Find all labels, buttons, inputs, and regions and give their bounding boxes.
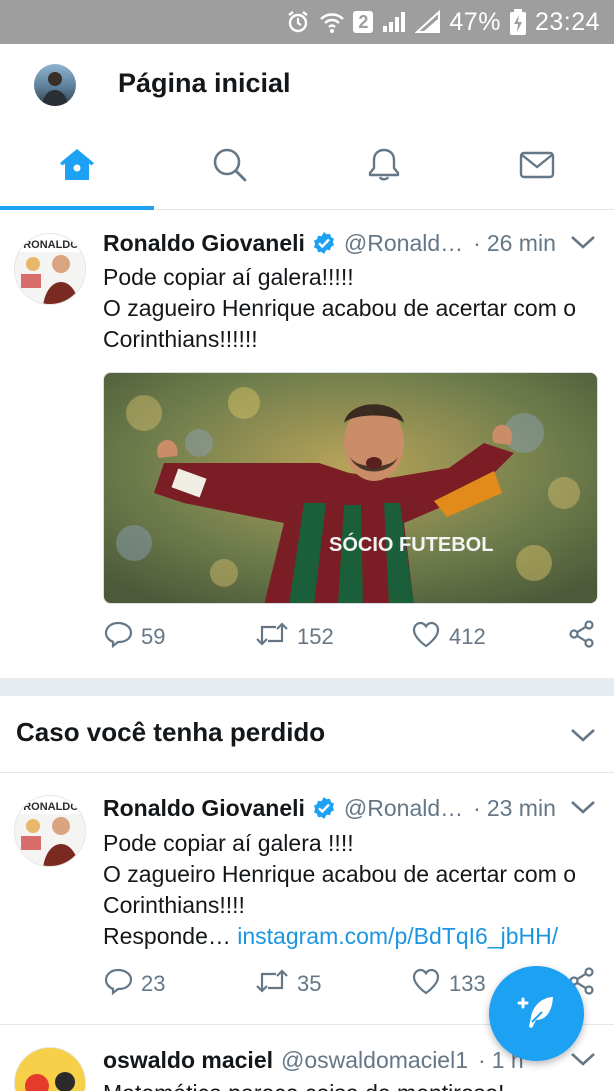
tweet-text-line: O zagueiro Henrique acabou de acertar co… — [103, 861, 577, 887]
reply-icon — [103, 966, 133, 1002]
bell-icon — [365, 146, 403, 189]
share-button[interactable] — [567, 619, 597, 655]
status-bar: 2 47% 23:24 — [0, 0, 614, 44]
reply-count: 59 — [141, 624, 166, 649]
chevron-down-icon[interactable] — [570, 726, 596, 749]
like-button[interactable]: 412 — [411, 619, 486, 655]
wifi-icon — [319, 9, 345, 35]
profile-avatar[interactable] — [34, 64, 76, 106]
tweet-author-avatar[interactable]: RONALDO — [14, 233, 86, 305]
signal-secondary-icon — [415, 10, 441, 34]
verified-icon — [312, 231, 336, 255]
section-separator — [0, 678, 614, 696]
retweet-count: 152 — [297, 624, 334, 649]
tweet-separator-dot: · — [478, 1046, 486, 1073]
search-icon — [211, 146, 249, 189]
tweet-author-name[interactable]: Ronaldo Giovaneli — [103, 230, 305, 257]
tweet-text-prefix: Responde… — [103, 923, 231, 949]
battery-percent: 47% — [449, 7, 501, 36]
like-count: 133 — [449, 971, 486, 996]
clock-time: 23:24 — [534, 7, 600, 36]
battery-icon — [509, 8, 527, 36]
home-icon — [58, 146, 96, 189]
tweet-separator-dot: · — [473, 794, 481, 821]
avatar-logo-text: RONALDO — [23, 239, 79, 251]
retweet-button[interactable]: 152 — [255, 619, 334, 655]
sim-badge: 2 — [353, 11, 374, 33]
tweet-text-line: Matemática parece coisa de mentiroso! — [103, 1078, 600, 1091]
heart-icon — [411, 966, 441, 1002]
status-icons: 2 47% 23:24 — [285, 0, 600, 44]
jersey-text: SÓCIO FUTEBOL — [329, 532, 493, 556]
tweet-text-line: Corinthians!!!! — [103, 892, 245, 918]
tweet-author-name[interactable]: Ronaldo Giovaneli — [103, 795, 305, 822]
like-count: 412 — [449, 624, 486, 649]
chevron-down-icon[interactable] — [570, 233, 596, 256]
tweet-text-line: Pode copiar aí galera!!!!! — [103, 264, 354, 290]
reply-count: 23 — [141, 971, 166, 996]
tweet-separator-dot: · — [473, 229, 481, 256]
tweet-text: Pode copiar aí galera!!!!! O zagueiro He… — [103, 262, 600, 355]
sim-badge-label: 2 — [358, 11, 369, 32]
tweet-media-image[interactable]: SÓCIO FUTEBOL — [103, 372, 598, 604]
tweet-author-handle: @Ronald… — [343, 229, 464, 256]
heart-icon — [411, 619, 441, 655]
retweet-count: 35 — [297, 971, 322, 996]
tweet-text: Matemática parece coisa de mentiroso! — [103, 1078, 600, 1091]
tweet-author-handle: @Ronald… — [343, 794, 464, 821]
tab-search[interactable] — [154, 126, 308, 209]
compose-feather-icon — [515, 989, 559, 1038]
avatar-logo-text: RONALDO — [23, 801, 79, 813]
retweet-button[interactable]: 35 — [255, 966, 321, 1002]
tweet-link[interactable]: instagram.com/p/BdTqI6_jbHH/ — [237, 923, 558, 949]
tab-notifications[interactable] — [307, 126, 461, 209]
tab-messages[interactable] — [461, 126, 614, 209]
verified-icon — [312, 796, 336, 820]
tab-home[interactable] — [0, 126, 154, 210]
tab-bar — [0, 126, 614, 210]
tweet-text-line: Pode copiar aí galera !!!! — [103, 830, 354, 856]
section-title: Caso você tenha perdido — [16, 717, 326, 747]
compose-tweet-button[interactable] — [489, 966, 584, 1061]
reply-button[interactable]: 23 — [103, 966, 165, 1002]
signal-icon — [381, 10, 407, 34]
tweet-timestamp: 26 min — [486, 229, 556, 256]
tweet-header: Ronaldo Giovaneli @Ronald… · 26 min — [103, 228, 594, 258]
tweet-author-avatar[interactable]: RONALDO — [14, 795, 86, 867]
tweet-text: Pode copiar aí galera !!!! O zagueiro He… — [103, 828, 600, 952]
page-title: Página inicial — [118, 68, 291, 98]
retweet-icon — [255, 966, 289, 1002]
app-header: Página inicial — [0, 44, 614, 126]
reply-icon — [103, 619, 133, 655]
alarm-icon — [285, 9, 311, 35]
tweet-header: Ronaldo Giovaneli @Ronald… · 23 min — [103, 793, 594, 823]
tweet-author-handle: @oswaldomaciel1 — [281, 1046, 469, 1073]
chevron-down-icon[interactable] — [570, 798, 596, 821]
tweet-actions: 59 152 412 — [103, 619, 600, 655]
tweet-text-line: O zagueiro Henrique acabou de acertar co… — [103, 295, 577, 321]
tweet-author-name[interactable]: oswaldo maciel — [103, 1047, 273, 1074]
tweet-text-line: Corinthians!!!!!! — [103, 326, 258, 352]
share-icon — [567, 619, 597, 655]
retweet-icon — [255, 619, 289, 655]
like-button[interactable]: 133 — [411, 966, 486, 1002]
reply-button[interactable]: 59 — [103, 619, 165, 655]
tweet-text-line: Responde… instagram.com/p/BdTqI6_jbHH/ — [103, 921, 600, 952]
tweet-author-avatar[interactable] — [14, 1047, 86, 1091]
tweet-timestamp: 23 min — [486, 794, 556, 821]
mail-icon — [518, 146, 556, 189]
chevron-down-icon[interactable] — [570, 1050, 596, 1073]
